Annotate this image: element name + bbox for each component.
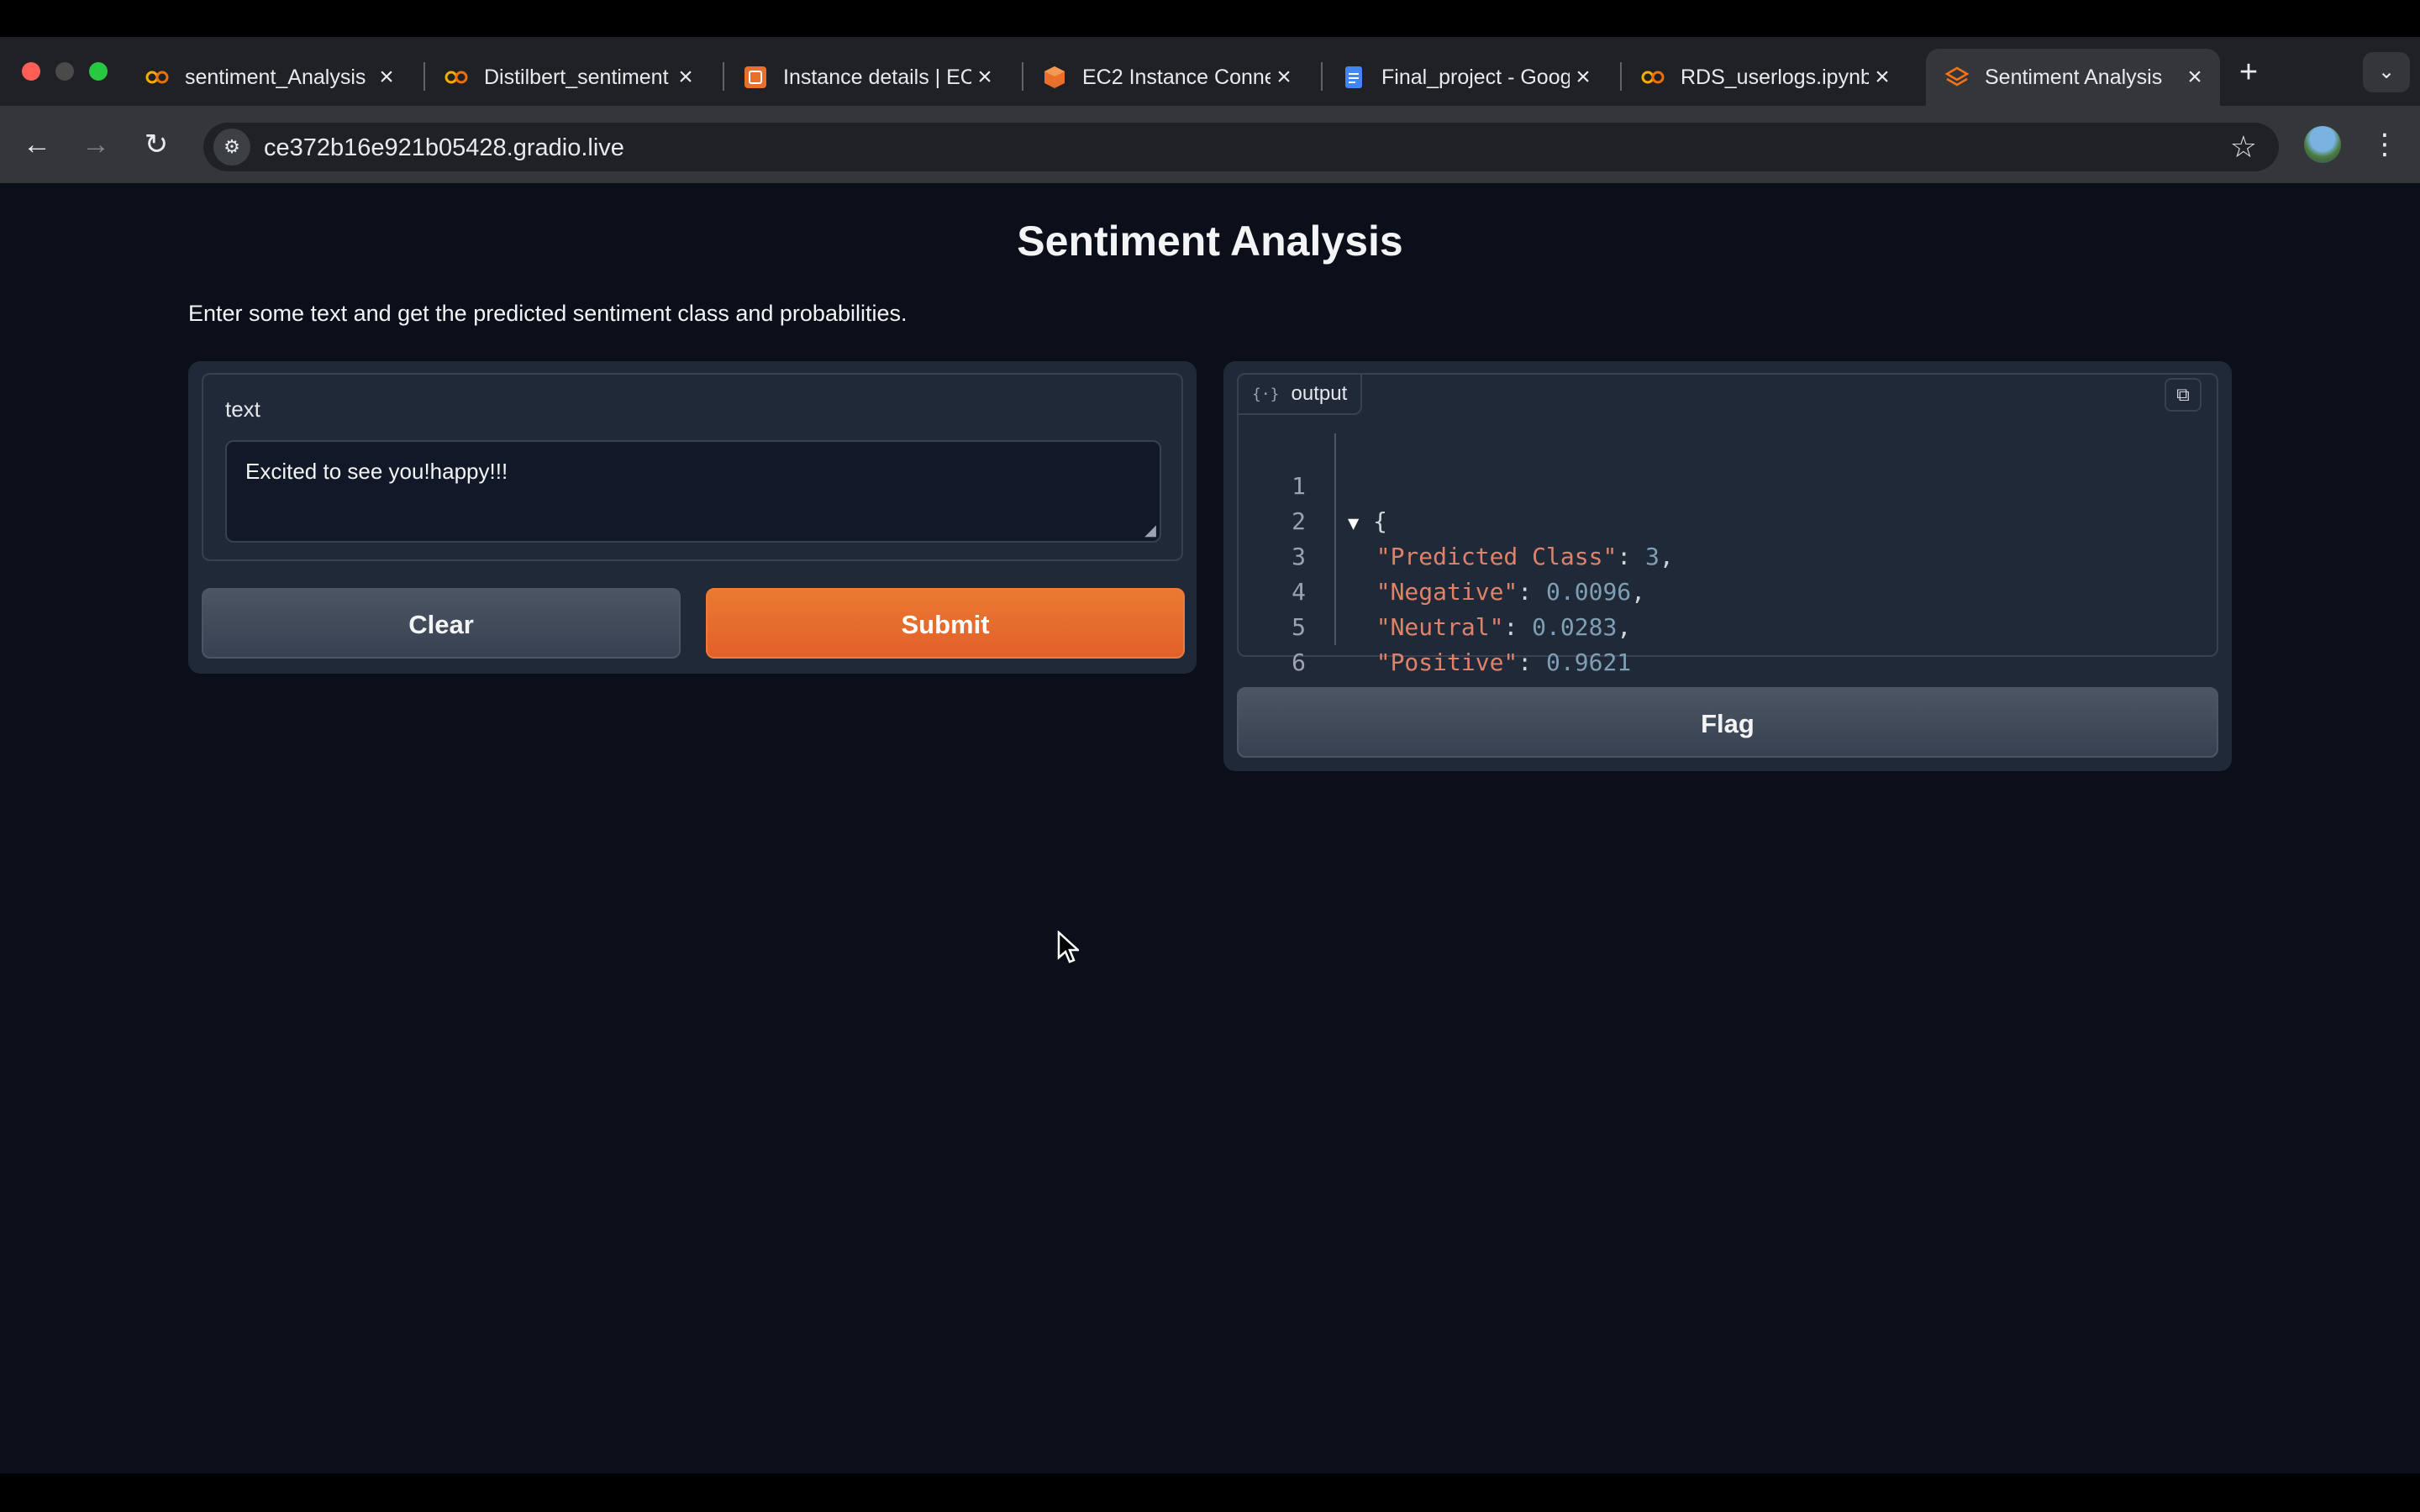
tab-sentiment-analysis-colab[interactable]: sentiment_Analysis × <box>126 49 412 106</box>
window-zoom-icon[interactable] <box>89 62 108 81</box>
text-input-block: text Excited to see you!happy!!! ◢ <box>202 373 1183 561</box>
tab-close-icon[interactable]: × <box>2181 63 2208 92</box>
page-content: Sentiment Analysis Enter some text and g… <box>0 183 2420 1473</box>
json-value: 0.9621 <box>1546 648 1632 676</box>
window-minimize-icon[interactable] <box>55 62 74 81</box>
json-value: 0.0283 <box>1532 613 1618 641</box>
json-value: 0.0096 <box>1546 578 1632 606</box>
aws-icon <box>743 65 768 90</box>
resize-handle-icon[interactable]: ◢ <box>1144 522 1156 539</box>
browser-menu-icon[interactable]: ⋮ <box>2368 126 2402 163</box>
forward-button[interactable]: → <box>77 126 114 163</box>
address-bar[interactable]: ⚙ ce372b16e921b05428.gradio.live ☆ <box>203 123 2279 171</box>
menu-bar-strip <box>0 0 2420 37</box>
json-line: 1 ▼ { <box>1264 433 1406 535</box>
tab-close-icon[interactable]: × <box>1570 63 1597 92</box>
json-line: 5 "Positive": 0.9621 <box>1264 575 1631 676</box>
tab-close-icon[interactable]: × <box>1270 63 1297 92</box>
chevron-down-icon: ⌄ <box>2377 60 2396 83</box>
tab-ec2-instance-connect[interactable]: EC2 Instance Connect × <box>1023 49 1309 106</box>
tab-title: EC2 Instance Connect <box>1082 65 1270 89</box>
colab-icon <box>444 65 469 90</box>
json-output-block: {·} output ⧉ 1 ▼ { 2 "Predicted Class": … <box>1237 373 2218 711</box>
page-description: Enter some text and get the predicted se… <box>188 301 908 326</box>
tab-title: Instance details | EC2 <box>783 65 971 89</box>
json-value: 3 <box>1645 543 1660 570</box>
tab-title: sentiment_Analysis <box>185 65 366 89</box>
bottom-bar-strip <box>0 1473 2420 1512</box>
colab-icon <box>145 65 170 90</box>
copy-icon: ⧉ <box>2176 384 2190 405</box>
bookmark-star-icon[interactable]: ☆ <box>2230 129 2257 165</box>
tab-title: Distilbert_sentiment <box>484 65 669 89</box>
tab-title: RDS_userlogs.ipynb <box>1681 65 1869 89</box>
copy-button[interactable]: ⧉ <box>2165 378 2202 412</box>
arrow-right-icon: → <box>82 129 110 160</box>
site-settings-icon[interactable]: ⚙ <box>213 129 250 165</box>
json-line: 4 "Neutral": 0.0283, <box>1264 539 1631 641</box>
tab-distilbert-colab[interactable]: Distilbert_sentiment × <box>425 49 711 106</box>
url-text: ce372b16e921b05428.gradio.live <box>264 134 624 161</box>
json-viewer: 1 ▼ { 2 "Predicted Class": 3, 3 "Negativ… <box>1264 433 1674 711</box>
back-button[interactable]: ← <box>18 126 55 163</box>
output-panel: {·} output ⧉ 1 ▼ { 2 "Predicted Class": … <box>1223 361 2232 771</box>
tab-sentiment-analysis-gradio[interactable]: Sentiment Analysis × <box>1926 49 2220 106</box>
tab-rds-userlogs-colab[interactable]: RDS_userlogs.ipynb × <box>1622 49 1907 106</box>
json-braces-icon: {·} <box>1252 385 1280 403</box>
page-title: Sentiment Analysis <box>1017 218 1403 265</box>
tab-search-button[interactable]: ⌄ <box>2363 52 2410 92</box>
json-key: "Predicted Class" <box>1376 543 1618 570</box>
mouse-cursor-icon <box>1057 930 1081 969</box>
colab-icon <box>1640 65 1665 90</box>
tab-close-icon[interactable]: × <box>1869 63 1896 92</box>
flag-button[interactable]: Flag <box>1237 687 2218 758</box>
text-input-field[interactable]: Excited to see you!happy!!! ◢ <box>225 440 1161 543</box>
reload-button[interactable]: ↻ <box>138 126 175 163</box>
output-label: output <box>1291 382 1348 405</box>
text-input-label: text <box>225 396 260 422</box>
tab-title: Sentiment Analysis <box>1985 65 2163 89</box>
tab-close-icon[interactable]: × <box>971 63 998 92</box>
docs-icon <box>1341 65 1366 90</box>
input-panel: text Excited to see you!happy!!! ◢ Clear… <box>188 361 1197 674</box>
reload-icon: ↻ <box>144 129 169 160</box>
tab-instance-details[interactable]: Instance details | EC2 × <box>724 49 1010 106</box>
new-tab-button[interactable]: + <box>2230 54 2267 91</box>
profile-avatar[interactable] <box>2304 126 2341 163</box>
output-label-tag: {·} output <box>1237 373 1363 415</box>
arrow-left-icon: ← <box>23 129 51 160</box>
tab-close-icon[interactable]: × <box>672 63 699 92</box>
gradio-icon <box>1944 65 1970 90</box>
json-line: 6 } <box>1264 610 1406 711</box>
clear-button[interactable]: Clear <box>202 588 681 659</box>
tab-title: Final_project - Google Docs <box>1381 65 1570 89</box>
tab-close-icon[interactable]: × <box>373 63 400 92</box>
tab-final-project-docs[interactable]: Final_project - Google Docs × <box>1323 49 1608 106</box>
window-close-icon[interactable] <box>22 62 40 81</box>
json-line: 2 "Predicted Class": 3, <box>1264 469 1674 570</box>
line-number: 6 <box>1292 648 1306 676</box>
aws-cube-icon <box>1042 65 1067 90</box>
submit-button[interactable]: Submit <box>706 588 1185 659</box>
text-input-value: Excited to see you!happy!!! <box>245 459 508 484</box>
json-line: 3 "Negative": 0.0096, <box>1264 504 1645 606</box>
